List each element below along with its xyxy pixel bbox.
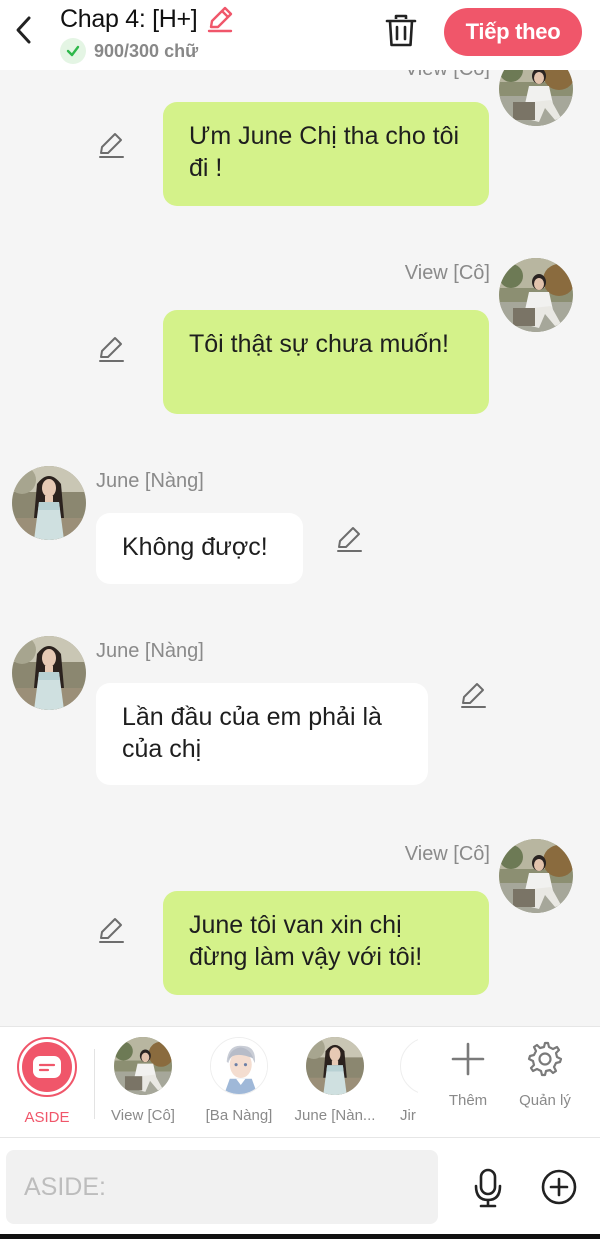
chat-message: View [Cô] June tôi van xin chị đừng làm … — [0, 839, 600, 999]
avatar — [306, 1037, 364, 1095]
character-label: Jir — [400, 1107, 416, 1124]
chat-message: View [Cô] Tôi thật sự chưa muốn! — [0, 258, 600, 418]
sender-name: June [Nàng] — [96, 470, 204, 492]
trash-icon — [385, 14, 417, 47]
bottom-edge — [0, 1234, 600, 1239]
avatar[interactable] — [499, 839, 573, 913]
back-button[interactable] — [8, 12, 40, 48]
edit-message-button[interactable] — [96, 334, 126, 364]
divider — [94, 1049, 95, 1119]
plus-circle-icon — [541, 1169, 577, 1205]
next-button[interactable]: Tiếp theo — [444, 8, 582, 56]
message-bubble[interactable]: Tôi thật sự chưa muốn! — [163, 310, 489, 414]
edit-message-button[interactable] — [96, 130, 126, 160]
chat-message: View [Cô] Ưm June Chị tha cho tôi đi ! — [0, 70, 600, 210]
pencil-icon — [337, 527, 362, 552]
message-bubble[interactable]: June tôi van xin chị đừng làm vậy với tô… — [163, 891, 489, 995]
add-character-button[interactable]: Thêm — [428, 1041, 508, 1109]
character-view[interactable]: View [Cô] — [98, 1037, 188, 1124]
message-bubble[interactable]: Ưm June Chị tha cho tôi đi ! — [163, 102, 489, 206]
pencil-icon — [99, 133, 124, 158]
sender-name: View [Cô] — [404, 843, 490, 865]
character-label: June [Nàn... — [294, 1107, 376, 1124]
word-counter: 900/300 chữ — [60, 38, 198, 64]
manage-characters-button[interactable]: Quản lý — [505, 1041, 585, 1109]
message-input[interactable] — [6, 1150, 438, 1224]
edit-message-button[interactable] — [458, 680, 488, 710]
sender-name: View [Cô] — [404, 262, 490, 284]
chapter-title[interactable]: Chap 4: [H+] — [60, 4, 235, 34]
avatar — [210, 1037, 268, 1095]
character-aside[interactable]: ASIDE — [2, 1037, 92, 1126]
edit-message-button[interactable] — [334, 524, 364, 554]
message-bubble[interactable]: Lần đầu của em phải là của chị — [96, 683, 428, 785]
sender-name: June [Nàng] — [96, 640, 204, 662]
chat-message: June [Nàng] Không được! — [0, 466, 600, 586]
voice-input-button[interactable] — [468, 1166, 508, 1210]
gear-icon — [527, 1041, 563, 1077]
character-jir[interactable]: Jir — [386, 1037, 418, 1124]
chapter-title-group: Chap 4: [H+] 900/300 chữ — [60, 4, 235, 64]
avatar — [114, 1037, 172, 1095]
avatar[interactable] — [12, 466, 86, 540]
plus-icon — [451, 1042, 485, 1076]
chapter-title-text: Chap 4: [H+] — [60, 4, 198, 33]
delete-button[interactable] — [382, 12, 420, 50]
pencil-icon — [99, 918, 124, 943]
character-label: [Ba Nàng] — [205, 1107, 273, 1124]
avatar[interactable] — [499, 70, 573, 126]
character-june[interactable]: June [Nàn... — [290, 1037, 380, 1124]
avatar[interactable] — [499, 258, 573, 332]
add-label: Thêm — [448, 1092, 488, 1109]
check-icon — [60, 38, 86, 64]
pencil-icon — [461, 683, 486, 708]
edit-title-icon[interactable] — [205, 4, 235, 34]
pencil-icon — [99, 337, 124, 362]
word-counter-text: 900/300 chữ — [94, 40, 199, 61]
character-ba-nang[interactable]: [Ba Nàng] — [194, 1037, 284, 1124]
aside-icon — [33, 1056, 61, 1078]
chat-message: June [Nàng] Lần đầu của em phải là của c… — [0, 636, 600, 786]
avatar — [400, 1037, 418, 1095]
message-bubble[interactable]: Không được! — [96, 513, 303, 584]
aside-avatar — [17, 1037, 77, 1097]
microphone-icon — [474, 1168, 502, 1208]
composer — [0, 1138, 600, 1239]
top-bar: Chap 4: [H+] 900/300 chữ Tiếp theo — [0, 0, 600, 70]
character-label: View [Cô] — [111, 1107, 175, 1124]
add-attachment-button[interactable] — [538, 1166, 580, 1208]
chevron-left-icon — [16, 16, 31, 44]
character-selector: ASIDE View [Cô] [Ba Nàng] June [Nàn... J… — [0, 1026, 600, 1138]
avatar[interactable] — [12, 636, 86, 710]
character-label: ASIDE — [24, 1109, 70, 1126]
chat-thread[interactable]: View [Cô] Ưm June Chị tha cho tôi đi ! V… — [0, 70, 600, 1026]
sender-name: View [Cô] — [405, 70, 490, 81]
manage-label: Quản lý — [519, 1092, 571, 1109]
edit-message-button[interactable] — [96, 915, 126, 945]
